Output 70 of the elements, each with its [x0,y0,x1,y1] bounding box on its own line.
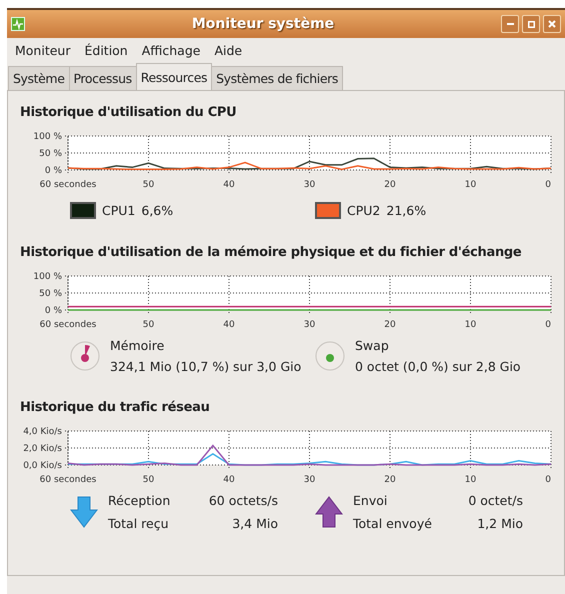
legend-value: 21,6% [386,203,426,218]
legend-label: Swap [355,338,390,353]
section-heading: Historique du trafic réseau [19,400,211,415]
axis-label: 20 [384,475,396,485]
axis-label: 40 [223,475,235,485]
legend-label: Réception [108,493,172,508]
axis-label: 40 [223,320,235,330]
axis-label: 30 [304,180,316,190]
legend-label: CPU2 [347,203,380,218]
tab[interactable]: Systèmes de fichiers [211,66,344,90]
menu-item[interactable]: Affichage [142,43,200,58]
menu-item[interactable]: Aide [214,43,242,58]
axis-label: 4,0 Kio/s [23,427,62,437]
axis-label: 50 [142,475,154,485]
legend-value: 324,1 Mio (10,7 %) sur 3,0 Gio [110,359,302,374]
legend-label: CPU1 [102,203,136,218]
legend-value: 60 octets/s [208,493,278,508]
close-icon [548,20,556,28]
section-heading: Historique d'utilisation du CPU [19,105,238,120]
menu-item[interactable]: Édition [84,43,128,58]
axis-label: 60 secondes [40,320,96,330]
legend-label: Total reçu [108,516,170,531]
down-arrow-icon [70,496,98,528]
minimize-button[interactable] [501,15,519,33]
axis-label: 0 [545,320,551,330]
legend-value: 0 octet (0,0 %) sur 2,8 Gio [355,359,521,374]
tab[interactable]: Processus [68,66,137,90]
axis-label: 100 % [33,272,62,282]
axis-label: 30 [304,320,316,330]
axis-label: 100 % [33,132,62,142]
up-arrow-icon [315,496,343,528]
legend-value: 1,2 Mio [476,516,523,531]
axis-label: 2,0 Kio/s [23,444,62,454]
legend-label: Mémoire [110,338,166,353]
color-swatch[interactable] [315,202,341,219]
axis-label: 40 [223,180,235,190]
axis-label: 50 [142,180,154,190]
axis-label: 50 [142,320,154,330]
axis-label: 30 [304,475,316,485]
axis-label: 20 [384,180,396,190]
axis-label: 10 [464,320,476,330]
axis-label: 60 secondes [40,180,96,190]
axis-label: 0 % [44,166,62,176]
legend-label: Envoi [353,493,388,508]
axis-label: 0,0 Kio/s [23,461,62,471]
pie-gauge-icon[interactable] [315,341,345,371]
axis-label: 10 [464,180,476,190]
legend-value: 6,6% [141,203,174,218]
axis-label: 10 [464,475,476,485]
window-title: Moniteur système [190,16,336,32]
section-heading: Historique d'utilisation de la mémoire physique et du fichier d'échange [19,245,522,260]
axis-label: 0 [545,180,551,190]
axis-label: 50 % [39,149,62,159]
axis-label: 50 % [39,289,62,299]
axis-label: 0 [545,475,551,485]
legend-value: 3,4 Mio [231,516,278,531]
axis-label: 60 secondes [40,475,96,485]
minimize-icon [506,23,514,25]
close-button[interactable] [543,15,561,33]
tab[interactable]: Système [8,66,70,90]
axis-label: 20 [384,320,396,330]
maximize-icon [528,20,534,28]
pie-gauge-icon[interactable] [70,341,100,371]
maximize-button[interactable] [522,15,540,33]
axis-label: 0 % [44,306,62,316]
color-swatch[interactable] [70,202,96,219]
menu-item[interactable]: Moniteur [15,43,70,58]
legend-label: Total envoyé [353,516,433,531]
app-icon [11,17,25,31]
legend-value: 0 octet/s [467,493,523,508]
